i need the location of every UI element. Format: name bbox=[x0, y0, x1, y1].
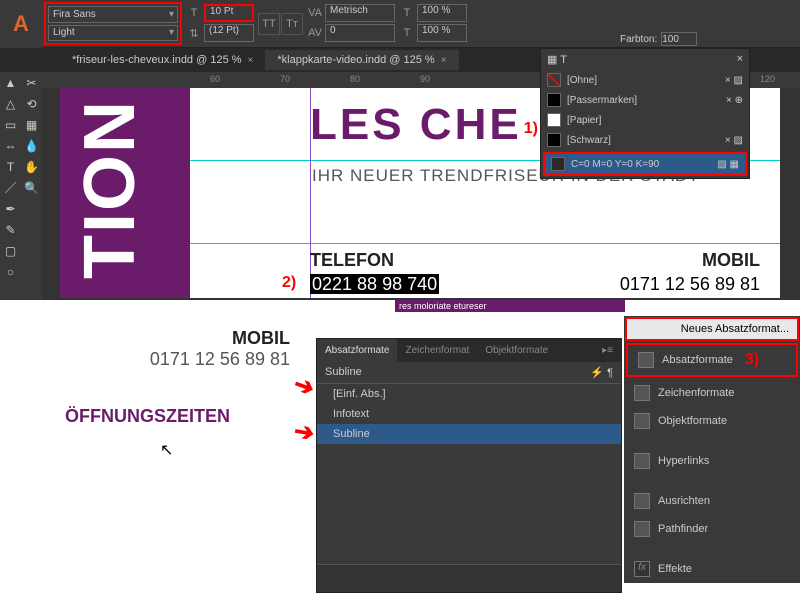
annotation-1: 1) bbox=[524, 120, 538, 138]
font-controls-highlight: Fira Sans Light bbox=[44, 2, 182, 45]
lower-mobil-block: MOBIL 0171 12 56 89 81 bbox=[150, 328, 290, 370]
smallcaps-icon[interactable]: Tᴛ bbox=[281, 13, 303, 35]
hand-tool-icon[interactable]: ✋ bbox=[21, 156, 42, 177]
side-hyperlinks[interactable]: Hyperlinks bbox=[624, 447, 800, 475]
line-tool-icon[interactable]: ／ bbox=[0, 177, 21, 198]
bolt-icon[interactable]: ⚡ ¶ bbox=[590, 366, 613, 379]
panel-subtitle: Subline⚡ ¶ bbox=[317, 362, 621, 384]
new-paragraph-style[interactable]: Neues Absatzformat... bbox=[625, 317, 799, 341]
side-pathfinder[interactable]: Pathfinder bbox=[624, 515, 800, 543]
tab-zeichenformat[interactable]: Zeichenformat bbox=[397, 339, 477, 362]
red-arrow-icon: ➔ bbox=[290, 369, 319, 403]
cursor-icon: ↖ bbox=[160, 440, 173, 460]
gap-tool-icon[interactable]: ⇔ bbox=[0, 135, 21, 156]
panel-menu-icon[interactable]: ▸≡ bbox=[594, 339, 621, 362]
kerning-input[interactable]: Metrisch bbox=[325, 4, 395, 22]
pen-tool-icon[interactable]: ✒ bbox=[0, 198, 21, 219]
character-mode-icon[interactable]: A bbox=[0, 0, 42, 48]
rect-tool-icon[interactable]: ▢ bbox=[0, 240, 21, 261]
mobil-number: 0171 12 56 89 81 bbox=[620, 274, 760, 295]
tint-control: Farbton: bbox=[620, 32, 697, 46]
zoom-tool-icon[interactable]: 🔍 bbox=[21, 177, 42, 198]
scaley-input[interactable]: 100 % bbox=[417, 24, 467, 42]
side-effekte[interactable]: fxEffekte bbox=[624, 555, 800, 583]
annotation-2: 2) bbox=[282, 274, 296, 292]
opening-hours-label[interactable]: ÖFFNUNGSZEITEN bbox=[65, 406, 230, 427]
font-family-dropdown[interactable]: Fira Sans bbox=[48, 6, 178, 23]
ellipse-tool-icon[interactable]: ○ bbox=[0, 261, 21, 282]
font-weight-dropdown[interactable]: Light bbox=[48, 25, 178, 42]
kerning-icon: VA bbox=[307, 5, 323, 21]
side-absatzformate[interactable]: Absatzformate3) bbox=[626, 343, 798, 377]
mobil-label: MOBIL bbox=[702, 250, 760, 271]
scaley-icon: T bbox=[399, 25, 415, 41]
telefon-label: TELEFON bbox=[310, 250, 394, 271]
rotated-headline: TION bbox=[69, 99, 151, 279]
pencil-tool-icon[interactable]: ✎ bbox=[0, 219, 21, 240]
lower-purple-bar: res moloriate etureser bbox=[395, 300, 625, 312]
side-objektformate[interactable]: Objektformate bbox=[624, 407, 800, 435]
style-einf-abs[interactable]: [Einf. Abs.] bbox=[317, 384, 621, 404]
scalex-icon: T bbox=[399, 5, 415, 21]
telefon-number[interactable]: 0221 88 98 740 bbox=[310, 274, 439, 295]
control-bar: A Fira Sans Light T 10 Pt ⇅ (12 Pt) TT T… bbox=[0, 0, 800, 48]
swatch-paper[interactable]: [Papier] bbox=[541, 110, 749, 130]
red-arrow-icon: ➔ bbox=[292, 416, 317, 448]
panel-footer bbox=[317, 564, 621, 592]
paragraph-styles-panel: Absatzformate Zeichenformat Objektformat… bbox=[316, 338, 622, 593]
swatches-panel: ▦ T× [Ohne]× ▨ [Passermarken]× ⊕ [Papier… bbox=[540, 48, 750, 179]
tab-absatzformate[interactable]: Absatzformate bbox=[317, 339, 397, 362]
swatch-k90[interactable]: C=0 M=0 Y=0 K=90▨ ▦ bbox=[543, 152, 747, 176]
close-icon[interactable]: × bbox=[441, 55, 447, 66]
scalex-input[interactable]: 100 % bbox=[417, 4, 467, 22]
font-size-icon: T bbox=[186, 5, 202, 21]
tab-objektformate[interactable]: Objektformate bbox=[477, 339, 556, 362]
direct-select-icon[interactable]: △ bbox=[0, 93, 21, 114]
tint-input[interactable] bbox=[661, 32, 697, 46]
leading-input[interactable]: (12 Pt) bbox=[204, 24, 254, 42]
side-zeichenformate[interactable]: Zeichenformate bbox=[624, 379, 800, 407]
selection-tool-icon[interactable]: ▲ bbox=[0, 72, 21, 93]
transform-icon[interactable]: ⟲ bbox=[21, 93, 42, 114]
style-subline[interactable]: Subline bbox=[317, 424, 621, 444]
gradient-icon[interactable]: ▦ bbox=[21, 114, 42, 135]
swatches-header: ▦ T× bbox=[541, 49, 749, 70]
page-tool-icon[interactable]: ▭ bbox=[0, 114, 21, 135]
scissors-icon[interactable]: ✂ bbox=[21, 72, 42, 93]
close-icon[interactable]: × bbox=[248, 55, 254, 66]
font-size-input[interactable]: 10 Pt bbox=[204, 4, 254, 22]
side-panels: Neues Absatzformat... Absatzformate3) Ze… bbox=[624, 316, 800, 583]
allcaps-icon[interactable]: TT bbox=[258, 13, 280, 35]
swatch-none[interactable]: [Ohne]× ▨ bbox=[541, 70, 749, 90]
headline-text[interactable]: LES CHE bbox=[310, 100, 522, 150]
panel-close-icon[interactable]: × bbox=[737, 53, 743, 66]
toolbox: ▲ △ ▭ ⇔ T ／ ✒ ✎ ▢ ○ ✂ ⟲ ▦ 💧 ✋ 🔍 bbox=[0, 72, 42, 302]
style-infotext[interactable]: Infotext bbox=[317, 404, 621, 424]
swatch-registration[interactable]: [Passermarken]× ⊕ bbox=[541, 90, 749, 110]
leading-icon: ⇅ bbox=[186, 25, 202, 41]
tracking-icon: AV bbox=[307, 25, 323, 41]
side-ausrichten[interactable]: Ausrichten bbox=[624, 487, 800, 515]
eyedropper-icon[interactable]: 💧 bbox=[21, 135, 42, 156]
tab-friseur[interactable]: *friseur-les-cheveux.indd @ 125 %× bbox=[60, 50, 265, 70]
tab-klappkarte[interactable]: *klappkarte-video.indd @ 125 %× bbox=[265, 50, 458, 70]
type-tool-icon[interactable]: T bbox=[0, 156, 21, 177]
swatch-black[interactable]: [Schwarz]× ▨ bbox=[541, 130, 749, 150]
tracking-input[interactable]: 0 bbox=[325, 24, 395, 42]
purple-block: TION bbox=[60, 88, 190, 298]
